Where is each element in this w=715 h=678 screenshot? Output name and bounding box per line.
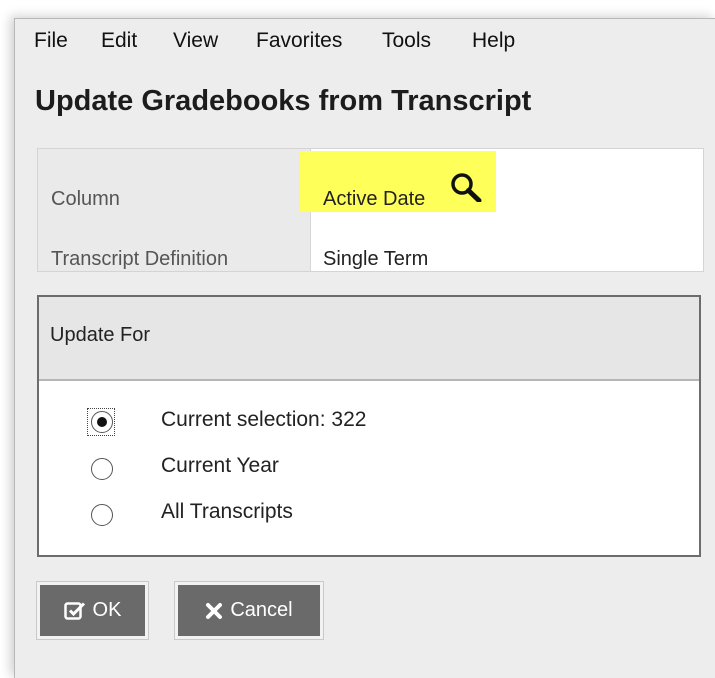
menu-favorites[interactable]: Favorites [256, 29, 342, 53]
menu-help[interactable]: Help [472, 29, 515, 53]
transcript-definition-label: Transcript Definition [51, 248, 229, 270]
radio-current-year-label[interactable]: Current Year [161, 454, 279, 478]
search-icon[interactable] [450, 172, 482, 202]
menu-tools[interactable]: Tools [382, 29, 431, 53]
field-table: Column Active Date Transcript Definition… [37, 148, 704, 272]
ok-button[interactable]: OK [37, 582, 148, 639]
column-label: Column [51, 188, 120, 210]
menu-view[interactable]: View [173, 29, 218, 53]
update-for-group: Update For Current selection: 322 Curren… [37, 295, 701, 557]
menu-file[interactable]: File [34, 29, 68, 53]
radio-current-year[interactable] [91, 458, 113, 480]
close-icon [206, 602, 223, 619]
menu-bar: File Edit View Favorites Tools Help [15, 19, 715, 63]
radio-all-transcripts-label[interactable]: All Transcripts [161, 500, 293, 524]
dialog-window: File Edit View Favorites Tools Help Upda… [14, 18, 715, 678]
checkbox-check-icon [63, 601, 85, 620]
cancel-button[interactable]: Cancel [175, 582, 323, 639]
column-value[interactable]: Active Date [323, 188, 425, 211]
radio-current-selection[interactable] [91, 411, 113, 433]
page-title: Update Gradebooks from Transcript [35, 85, 532, 117]
radio-all-transcripts[interactable] [91, 504, 113, 526]
update-for-header: Update For [39, 297, 699, 381]
menu-edit[interactable]: Edit [101, 29, 137, 53]
cancel-button-label: Cancel [230, 599, 293, 621]
transcript-definition-value: Single Term [323, 248, 429, 270]
ok-button-label: OK [92, 599, 122, 621]
update-for-title: Update For [50, 324, 151, 346]
radio-current-selection-label[interactable]: Current selection: 322 [161, 408, 366, 432]
